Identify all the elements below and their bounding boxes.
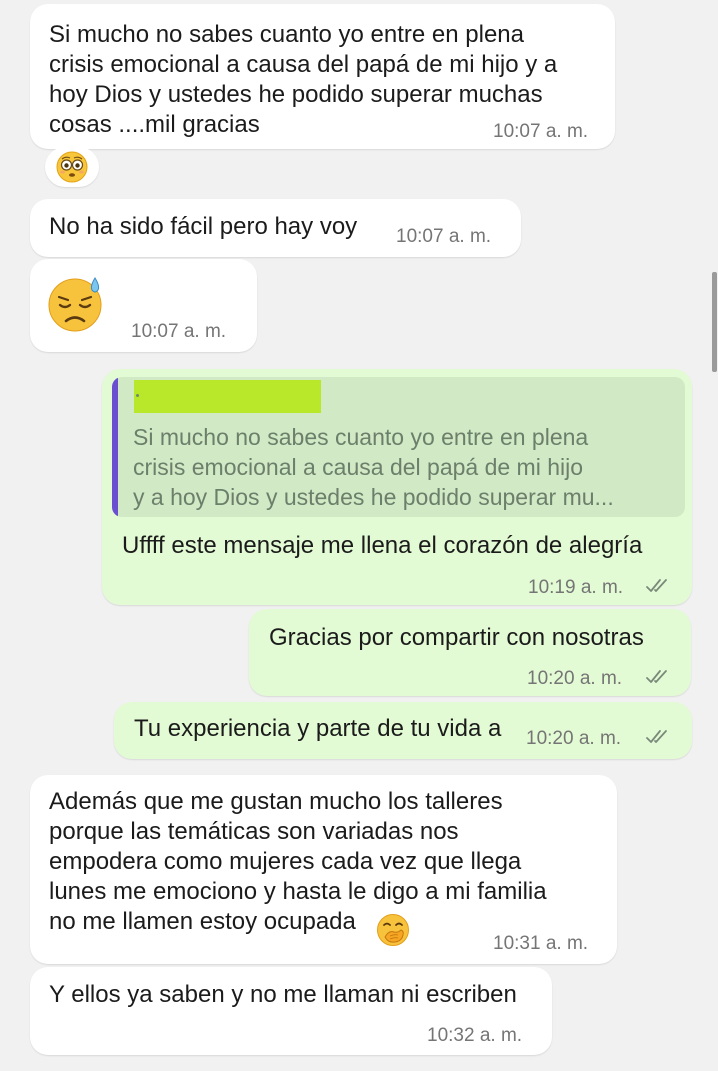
scrollbar[interactable] [712,272,717,372]
quote-author-dot [136,394,139,397]
message-incoming[interactable]: Y ellos ya saben y no me llaman ni escri… [30,967,552,1055]
message-incoming[interactable]: No ha sido fácil pero hay voy 10:07 a. m… [30,199,521,257]
message-time: 10:19 a. m. [528,577,624,598]
chat-area[interactable]: Si mucho no sabes cuanto yo entre en ple… [0,0,718,1071]
flushed-face-icon [56,151,88,183]
message-text: Uffff este mensaje me llena el corazón d… [122,532,643,559]
read-ticks-icon [646,579,667,592]
read-ticks-icon [646,730,667,743]
message-text: Y ellos ya saben y no me llaman ni escri… [49,981,517,1008]
message-incoming[interactable]: 10:07 a. m. [30,259,257,352]
message-outgoing[interactable]: Tu experiencia y parte de tu vida a 10:2… [114,702,692,759]
message-text: Gracias por compartir con nosotras [269,624,644,651]
message-time: 10:07 a. m. [396,226,492,247]
message-incoming[interactable]: Además que me gustan mucho los talleres … [30,775,617,964]
face-with-hand-over-mouth-icon [377,914,409,946]
message-text: Tu experiencia y parte de tu vida a [134,715,502,742]
message-time: 10:07 a. m. [131,321,227,342]
message-time: 10:31 a. m. [493,933,589,954]
quote-text: Si mucho no sabes cuanto yo entre en ple… [133,424,614,510]
read-ticks-icon [646,670,667,683]
reaction-badge[interactable] [45,147,99,187]
quote-bar [112,377,118,517]
message-text: Si mucho no sabes cuanto yo entre en ple… [49,21,558,138]
downcast-face-with-sweat-icon [48,277,102,332]
message-text: No ha sido fácil pero hay voy [49,213,358,240]
message-outgoing[interactable]: Gracias por compartir con nosotras 10:20… [249,609,691,696]
message-time: 10:20 a. m. [526,728,622,749]
quoted-message[interactable]: Si mucho no sabes cuanto yo entre en ple… [112,377,685,517]
message-time: 10:32 a. m. [427,1025,523,1046]
message-time: 10:20 a. m. [527,668,623,689]
message-outgoing[interactable]: Si mucho no sabes cuanto yo entre en ple… [102,369,692,605]
message-incoming[interactable]: Si mucho no sabes cuanto yo entre en ple… [30,4,615,149]
redacted-quote-author [134,380,321,413]
message-time: 10:07 a. m. [493,121,589,142]
message-text: Además que me gustan mucho los talleres … [49,788,547,935]
